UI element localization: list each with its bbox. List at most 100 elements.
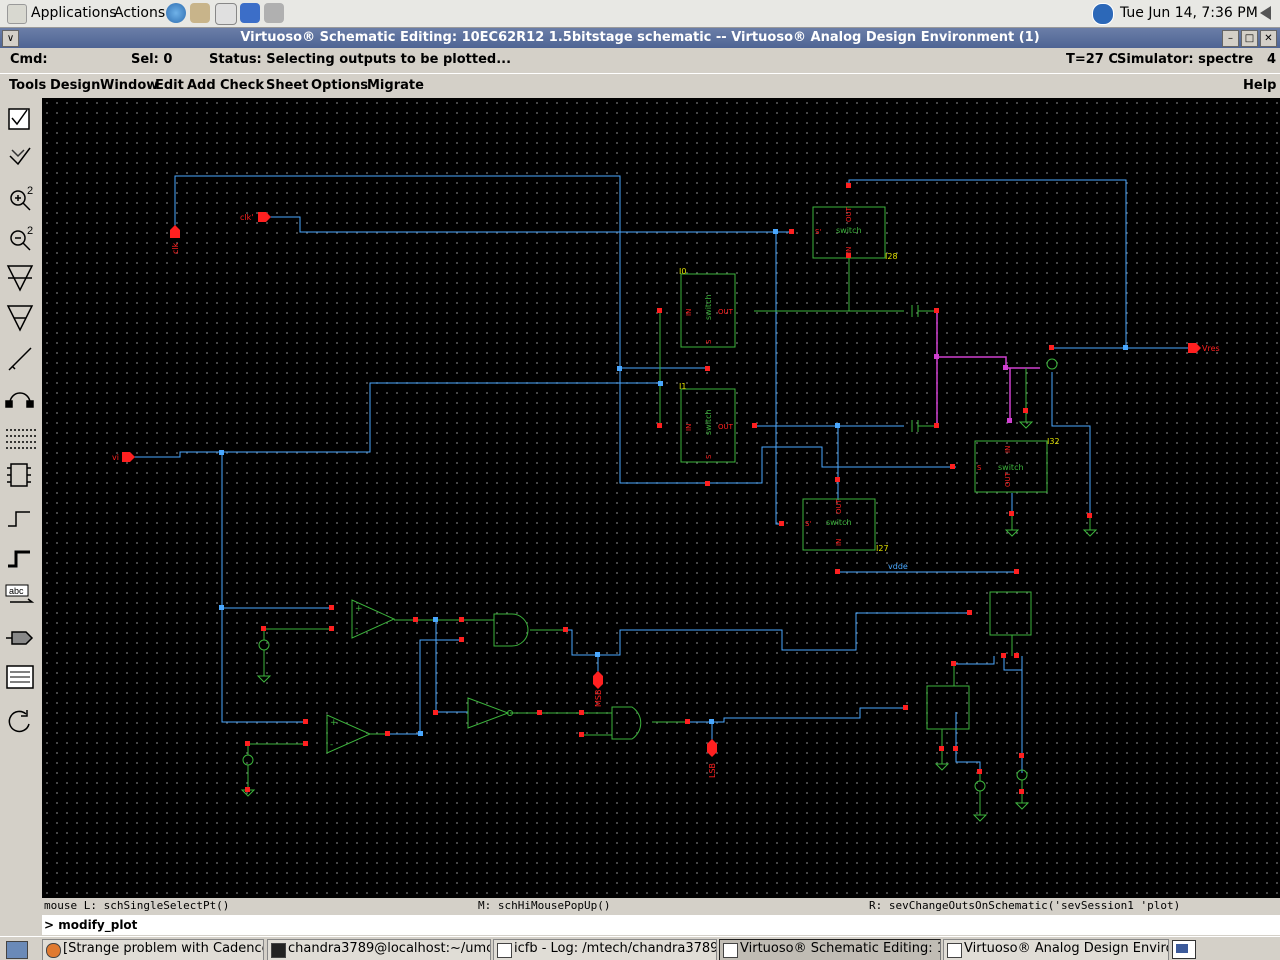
task-label: chandra3789@localhost:~/umc18_ xyxy=(288,941,490,956)
cmd-label: Cmd: xyxy=(10,52,48,67)
task-schematic-editing[interactable]: Virtuoso® Schematic Editing: 10E xyxy=(719,939,941,960)
status-row: Cmd: Sel: 0 Status: Selecting outputs to… xyxy=(0,49,1280,73)
inverter[interactable] xyxy=(467,697,513,729)
instance-icon[interactable] xyxy=(7,463,31,487)
task-browser[interactable]: [Strange problem with Cadence! - xyxy=(42,939,264,960)
capacitors[interactable] xyxy=(911,305,937,432)
task-label: [Strange problem with Cadence! - xyxy=(63,941,264,956)
menu-check[interactable]: Check xyxy=(220,78,264,93)
repeat-icon[interactable] xyxy=(8,710,30,733)
undo-icon[interactable] xyxy=(5,392,34,408)
task-label: icfb - Log: /mtech/chandra3789/CD xyxy=(514,941,717,956)
instance-label: I0 xyxy=(679,267,686,276)
menu-design[interactable]: Design xyxy=(50,78,100,93)
browser-globe-icon[interactable] xyxy=(166,3,186,23)
clock[interactable]: Tue Jun 14, 7:36 PM xyxy=(1120,5,1258,21)
task-analog-design-env[interactable]: Virtuoso® Analog Design Environm xyxy=(943,939,1169,960)
menu-options[interactable]: Options xyxy=(311,78,368,93)
check-save-icon[interactable] xyxy=(8,108,30,130)
connection-points[interactable] xyxy=(245,183,1092,794)
zoom-in-factor: 2 xyxy=(27,185,33,197)
stretch-icon[interactable] xyxy=(6,265,34,292)
status-text: Status: Selecting outputs to be plotted.… xyxy=(209,52,512,67)
top-panel: Applications Actions Tue Jun 14, 7:36 PM xyxy=(0,0,1280,28)
schematic-canvas[interactable]: clk clk' vi Vres MSB LSB vdde + - + - sw… xyxy=(42,98,1280,898)
command-line[interactable]: > modify_plot xyxy=(42,915,1280,935)
pin-name: OUT xyxy=(1004,471,1012,487)
wire-icon[interactable] xyxy=(8,347,32,371)
wires[interactable] xyxy=(128,175,1190,773)
pin-name: S xyxy=(705,339,713,344)
menu-sheet[interactable]: Sheet xyxy=(266,78,308,93)
comparator-minus: - xyxy=(355,624,358,634)
pin-name: OUT xyxy=(835,498,843,514)
toolbar-icons: 2 2 abc xyxy=(5,108,36,733)
pin-name: IN xyxy=(685,309,693,316)
switch-label: switch xyxy=(826,518,852,527)
pin-name: S xyxy=(977,464,982,472)
pin-name: OUT xyxy=(718,423,734,431)
print-icon[interactable] xyxy=(264,3,284,23)
pin-name: IN xyxy=(1004,446,1012,453)
menu-tools[interactable]: Tools xyxy=(9,78,46,93)
actions-menu[interactable]: Actions xyxy=(114,5,165,21)
menu-migrate[interactable]: Migrate xyxy=(367,78,424,93)
pin-name: S' xyxy=(805,520,811,528)
net-label-vdde: vdde xyxy=(888,562,908,571)
and-gates[interactable] xyxy=(493,613,642,740)
comparator-plus: + xyxy=(355,604,363,614)
task-icfb-log[interactable]: icfb - Log: /mtech/chandra3789/CD xyxy=(493,939,717,960)
window-number: 4 xyxy=(1267,52,1277,67)
volume-icon[interactable] xyxy=(1260,6,1271,20)
impress-icon[interactable] xyxy=(240,3,260,23)
menu-edit[interactable]: Edit xyxy=(155,78,184,93)
pin-icon[interactable] xyxy=(6,631,34,645)
comparators[interactable] xyxy=(326,599,396,754)
writer-icon[interactable] xyxy=(215,3,237,25)
green-wires[interactable] xyxy=(248,256,1013,745)
close-icon[interactable]: ✕ xyxy=(1260,30,1277,47)
pin-name: IN xyxy=(685,424,693,431)
window-title: Virtuoso® Schematic Editing: 10EC62R12 1… xyxy=(240,30,1040,45)
io-pins[interactable] xyxy=(122,212,1201,757)
bus-icon[interactable] xyxy=(6,429,36,449)
pin-name: S xyxy=(705,454,713,459)
copy-icon[interactable] xyxy=(6,305,34,332)
gnome-foot-icon[interactable] xyxy=(7,4,27,24)
mouse-left-binding: mouse L: schSingleSelectPt() xyxy=(44,899,230,912)
pin-label-clk: clk xyxy=(171,242,180,254)
pin-label-vres: Vres xyxy=(1202,344,1220,353)
window-title-bar: ∨ Virtuoso® Schematic Editing: 10EC62R12… xyxy=(0,28,1280,48)
mouse-middle-binding: M: schHiMousePopUp() xyxy=(478,899,611,912)
wire-narrow-icon[interactable] xyxy=(8,511,30,527)
menu-help[interactable]: Help xyxy=(1243,78,1276,93)
instance-label: I1 xyxy=(679,382,686,391)
email-icon[interactable] xyxy=(190,3,210,23)
terminal-icon xyxy=(271,943,286,958)
switch-label: switch xyxy=(704,294,713,320)
instance-label: I32 xyxy=(1047,437,1060,446)
property-icon[interactable] xyxy=(6,665,34,689)
switch-boxes[interactable] xyxy=(680,206,1048,551)
check-icon[interactable] xyxy=(9,147,31,166)
menu-bar: Tools Design Window Edit Add Check Sheet… xyxy=(0,73,1280,99)
pin-label-vi: vi xyxy=(112,453,119,462)
highlight-junctions xyxy=(934,354,1012,423)
menu-add[interactable]: Add xyxy=(187,78,216,93)
minimize-icon[interactable]: – xyxy=(1222,30,1239,47)
menu-window[interactable]: Window xyxy=(100,78,158,93)
schematic-drawing[interactable]: clk clk' vi Vres MSB LSB vdde + - + - sw… xyxy=(42,98,1280,898)
maximize-icon[interactable]: □ xyxy=(1241,30,1258,47)
pin-name: S' xyxy=(815,228,821,236)
window-icon xyxy=(723,943,738,958)
applications-menu[interactable]: Applications xyxy=(31,5,117,21)
task-terminal[interactable]: chandra3789@localhost:~/umc18_ xyxy=(267,939,491,960)
task-label: Virtuoso® Analog Design Environm xyxy=(964,941,1168,956)
firefox-icon xyxy=(46,943,61,958)
switch-label: switch xyxy=(998,463,1024,472)
wire-wide-icon[interactable] xyxy=(8,550,30,568)
network-icon[interactable] xyxy=(1092,3,1114,25)
instance-label: I27 xyxy=(876,544,889,553)
pin-name: IN xyxy=(845,247,853,254)
show-desktop-icon[interactable] xyxy=(6,941,28,959)
